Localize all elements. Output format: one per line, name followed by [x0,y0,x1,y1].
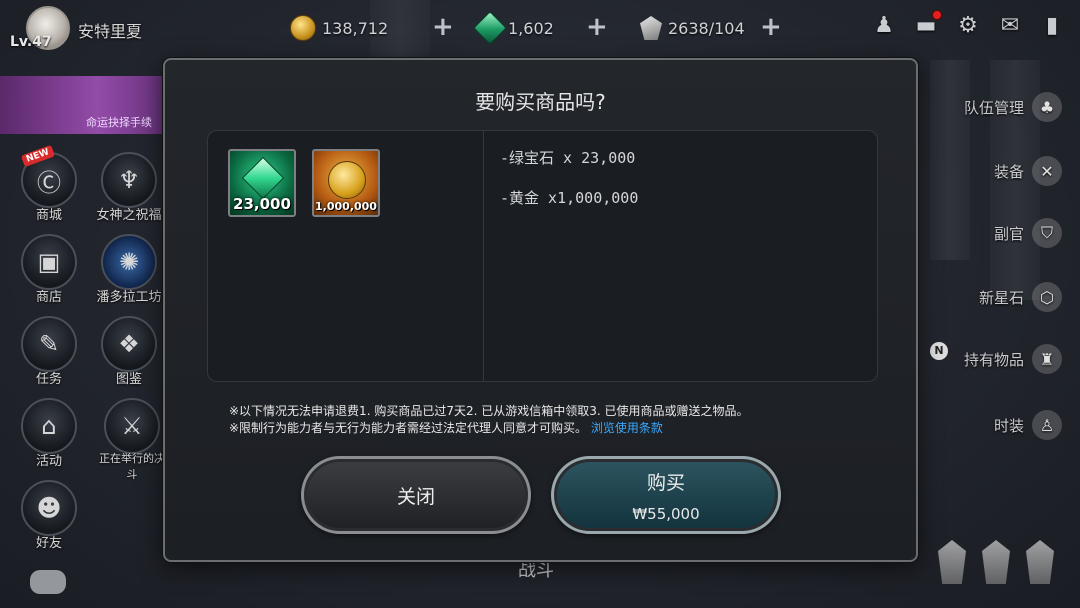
gift-icon: ⌂ [21,398,77,454]
gold-coin-icon [290,15,316,41]
right-menu-adjutant[interactable]: 副官 ⛉ [994,218,1062,248]
left-menu-label: 潘多拉工坊 [96,290,162,305]
gold-resource: 138,712 [290,14,388,42]
close-button[interactable]: 关闭 [301,456,531,534]
right-menu-label: 新星石 [978,288,1024,307]
stamina-resource: 2638/104 [640,14,745,42]
emerald-quantity: 23,000 [233,195,291,213]
gold-quantity: 1,000,000 [315,200,377,213]
left-menu-label: 女神之祝福 [96,208,162,223]
gamepad-icon[interactable] [30,570,66,594]
right-menu-nova-stone[interactable]: 新星石 ⬡ [979,282,1062,312]
quest-scroll-icon: ✎ [21,316,77,372]
left-menu-mall[interactable]: Ⓒ NEW 商城 [14,144,84,223]
gold-coin-icon [328,161,366,199]
panel-divider [483,131,484,381]
left-menu-label: 活动 [35,454,62,469]
left-menu-label: 商店 [35,290,62,305]
player-level: Lv.47 [10,34,52,50]
emerald-resource: 1,602 [473,11,554,45]
top-right-icons: ♟ ▬ ⚙ ✉ ▮ [870,10,1066,40]
inventory-new-badge: N [930,342,948,360]
right-menu-label: 队伍管理 [963,98,1024,117]
left-menu-label: 任务 [35,372,62,387]
right-menu-label: 持有物品 [963,350,1024,369]
friends-icon: ☻ [21,480,77,536]
emerald-icon [473,11,507,45]
inventory-icon: ♜ [1032,344,1062,374]
right-menu-equipment[interactable]: 装备 ✕ [994,156,1062,186]
add-stamina-button[interactable]: + [760,14,782,40]
emerald-icon [241,156,285,200]
right-menu-label: 时装 [993,416,1024,435]
stamina-icon [640,16,662,40]
buy-button[interactable]: 购买 ₩55,000 [551,456,781,534]
left-menu-store[interactable]: ▣ 商店 [14,234,84,305]
buy-button-price: ₩55,000 [632,504,700,523]
guardian-notice-text: ※限制行为能力者与无行为能力者需经过法定代理人同意才可购买。 [229,421,588,435]
add-gold-button[interactable]: + [432,14,454,40]
bell-icon[interactable]: ♟ [870,12,898,40]
right-menu-label: 副官 [993,224,1024,243]
adjutant-icon: ⛉ [1032,218,1062,248]
gear-icon[interactable]: ⚙ [954,12,982,40]
store-chest-icon: ▣ [21,234,77,290]
left-menu-event[interactable]: ⌂ 活动 [14,398,84,469]
right-menu-label: 装备 [993,162,1024,181]
team-icon: ♣ [1032,92,1062,122]
left-menu-quest[interactable]: ✎ 任务 [14,316,84,387]
right-menu-inventory[interactable]: 持有物品 ♜ [964,344,1062,374]
codex-book-icon: ❖ [101,316,157,372]
notification-dot [932,10,942,20]
chat-icon[interactable]: ▬ [912,10,942,40]
dialog-title: 要购买商品吗? [475,90,606,114]
left-menu-codex[interactable]: ❖ 图鉴 [94,316,164,387]
top-hud: Lv.47 安特里夏 138,712 + 1,602 + 2638/104 + … [0,0,1080,58]
nova-stone-icon: ⬡ [1032,282,1062,312]
refund-notice: ※以下情况无法申请退费1. 购买商品已过7天2. 已从游戏信箱中领取3. 已使用… [229,404,749,418]
equipment-icon: ✕ [1032,156,1062,186]
terms-link[interactable]: 浏览使用条款 [591,421,663,435]
emerald-amount: 1,602 [508,18,554,38]
add-emerald-button[interactable]: + [586,14,608,40]
left-menu-label: 商城 [35,208,62,223]
left-menu-label: 正在举行的决斗 [99,452,165,481]
purchase-dialog: 要购买商品吗? 23,000 1,000,000 -绿宝石 x 23,000 -… [163,58,918,562]
workshop-icon: ✺ [101,234,157,290]
battery-icon: ▮ [1045,13,1059,38]
costume-icon: ♙ [1032,410,1062,440]
close-button-label: 关闭 [396,485,435,508]
player-name: 安特里夏 [78,22,143,41]
left-menu-goddess[interactable]: ♆ 女神之祝福 [94,152,164,223]
goddess-icon: ♆ [101,152,157,208]
emerald-item-tile[interactable]: 23,000 [228,149,296,217]
event-banner-text: 命运抉择手续 [86,116,152,129]
left-menu-friends[interactable]: ☻ 好友 [14,480,84,551]
left-menu-label: 好友 [35,536,62,551]
right-menu-costume[interactable]: 时装 ♙ [994,410,1062,440]
purchase-content-panel: 23,000 1,000,000 -绿宝石 x 23,000 -黄金 x1,00… [207,130,878,382]
left-menu-label: 图鉴 [115,372,142,387]
emerald-description: -绿宝石 x 23,000 [500,149,636,167]
gold-description: -黄金 x1,000,000 [500,189,639,207]
guardian-notice: ※限制行为能力者与无行为能力者需经过法定代理人同意才可购买。 浏览使用条款 [229,419,663,436]
gold-amount: 138,712 [322,18,389,38]
left-menu-duel[interactable]: ⚔ 正在举行的决斗 [94,398,170,482]
gold-item-tile[interactable]: 1,000,000 [312,149,380,217]
mail-icon[interactable]: ✉ [996,12,1024,40]
left-menu-workshop[interactable]: ✺ 潘多拉工坊 [94,234,164,305]
duel-icon: ⚔ [104,398,160,454]
buy-button-label: 购买 [646,471,685,494]
stamina-amount: 2638/104 [668,18,745,38]
right-menu-team[interactable]: 队伍管理 ♣ [964,92,1062,122]
